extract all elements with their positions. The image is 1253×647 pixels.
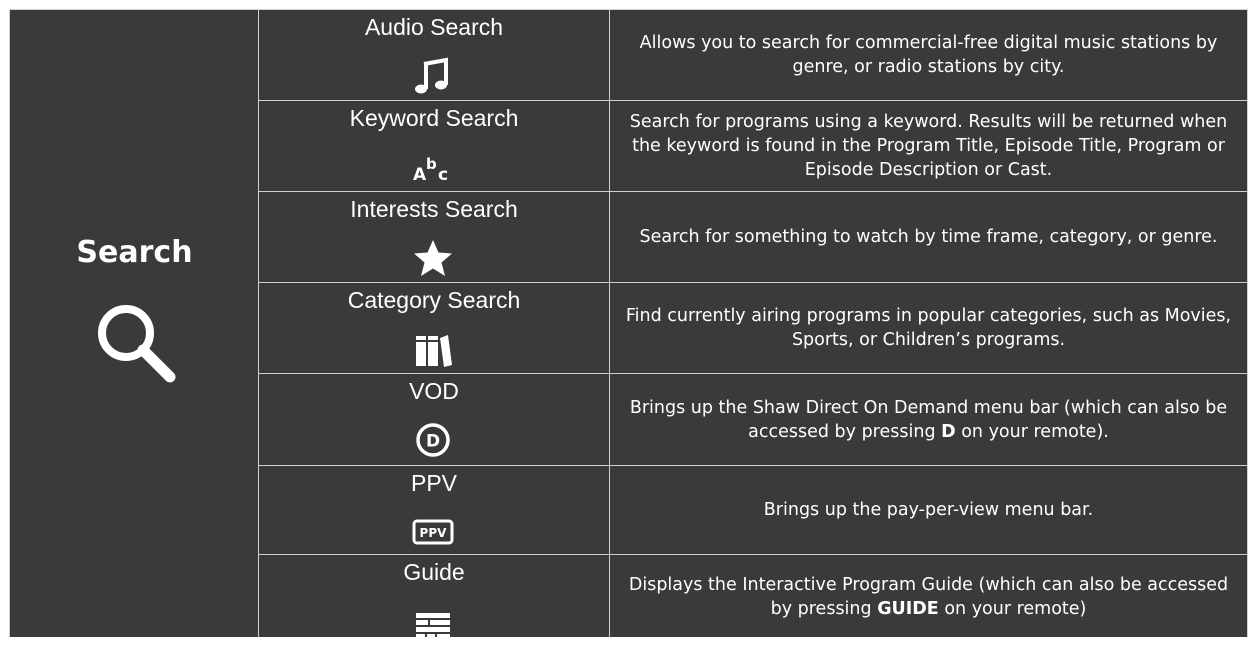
feature-description: Search for programs using a keyword. Res… [629, 112, 1228, 180]
feature-description: Brings up the Shaw Direct On Demand menu… [629, 397, 1228, 442]
feature-description: Displays the Interactive Program Guide (… [628, 574, 1229, 619]
ppv-badge-icon: PPV [412, 519, 454, 545]
feature-name: Keyword Search [349, 105, 519, 131]
feature-name-cell: Keyword Search A b c [259, 101, 610, 191]
svg-text:A: A [413, 165, 427, 185]
feature-name: Audio Search [364, 14, 504, 40]
feature-description-cell: Brings up the Shaw Direct On Demand menu… [610, 374, 1247, 465]
feature-description-cell: Search for programs using a keyword. Res… [610, 101, 1247, 191]
search-features-table: Search Audio Search Allows you to search… [9, 9, 1248, 639]
ppv-badge-text: PPV [420, 526, 448, 540]
remote-key-guide: GUIDE [877, 598, 939, 619]
feature-description-cell: Search for something to watch by time fr… [610, 192, 1247, 282]
feature-name-cell: PPV PPV [259, 466, 610, 554]
feature-description: Search for something to watch by time fr… [639, 227, 1218, 247]
table-row: Category Search Find currently airing pr… [259, 283, 1247, 374]
feature-description: Find currently airing programs in popula… [625, 306, 1232, 350]
feature-description: Brings up the pay-per-view menu bar. [763, 500, 1094, 520]
table-row: Guide Displays the Interactive Program G… [259, 555, 1247, 639]
vod-d-icon: D [416, 423, 450, 457]
abc-text-icon: A b c [413, 155, 448, 185]
svg-text:b: b [426, 155, 437, 173]
section-cell: Search [10, 10, 259, 638]
feature-name-cell: Category Search [259, 283, 610, 373]
feature-description-cell: Brings up the pay-per-view menu bar. [610, 466, 1247, 554]
books-icon [416, 335, 452, 367]
feature-name-cell: Interests Search [259, 192, 610, 282]
table-row: VOD D Brings up the Shaw Direct On Deman… [259, 374, 1247, 466]
feature-name-cell: Audio Search [259, 10, 610, 100]
music-note-icon [415, 57, 448, 94]
feature-name: VOD [409, 378, 459, 404]
vod-d-letter: D [426, 432, 440, 452]
search-icon [98, 305, 176, 383]
feature-description: Allows you to search for commercial-free… [639, 33, 1218, 77]
feature-name: Guide [403, 559, 465, 585]
feature-name-cell: VOD D [259, 374, 610, 465]
table-row: Audio Search Allows you to search for co… [259, 10, 1247, 101]
feature-description-cell: Displays the Interactive Program Guide (… [610, 555, 1247, 638]
feature-name: Interests Search [350, 196, 518, 222]
feature-name: PPV [410, 470, 458, 496]
section-title: Search [76, 235, 193, 270]
star-icon [414, 240, 452, 276]
feature-description-cell: Allows you to search for commercial-free… [610, 10, 1247, 100]
table-row: Interests Search Search for something to… [259, 192, 1247, 283]
table-row: PPV PPV Brings up the pay-per-view menu … [259, 466, 1247, 555]
feature-description-cell: Find currently airing programs in popula… [610, 283, 1247, 373]
feature-name: Category Search [347, 287, 521, 313]
table-row: Keyword Search A b c Search for programs… [259, 101, 1247, 192]
guide-grid-icon [416, 613, 450, 639]
remote-key-d: D [941, 421, 956, 442]
svg-text:c: c [438, 165, 448, 185]
feature-name-cell: Guide [259, 555, 610, 639]
